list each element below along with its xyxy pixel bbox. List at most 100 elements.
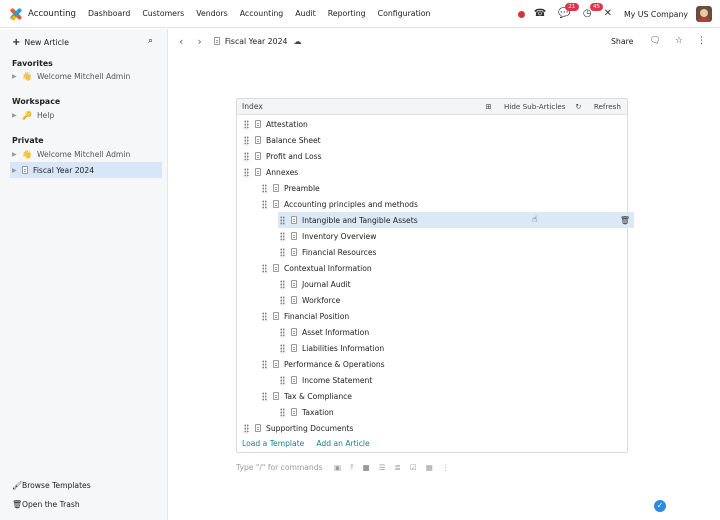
index-row-label[interactable]: Asset Information [302,328,369,337]
back-arrow-icon[interactable]: ‹ [179,35,183,48]
index-row[interactable]: Financial Position [262,308,349,324]
hide-sub-articles-button[interactable]: ⊞ Hide Sub-Articles [486,102,566,111]
open-trash-link[interactable]: 🗑 Open the Trash [12,500,80,509]
workspace-item-help[interactable]: ▶ 🔑 Help [12,107,162,123]
caret-right-icon[interactable]: ▶ [12,151,22,158]
index-row-label[interactable]: Inventory Overview [302,232,376,241]
app-name[interactable]: Accounting [28,9,76,19]
share-button[interactable]: Share [611,37,634,46]
index-row-label[interactable]: Income Statement [302,376,372,385]
index-row[interactable]: Balance Sheet [244,132,321,148]
drag-handle-icon[interactable] [262,391,267,401]
index-row-label[interactable]: Balance Sheet [266,136,321,145]
drag-handle-icon[interactable] [244,135,249,145]
editor-placeholder[interactable]: Type "/" for commands [236,463,323,472]
menu-configuration[interactable]: Configuration [378,9,431,18]
breadcrumb-title[interactable]: Fiscal Year 2024 [225,37,288,46]
checklist-icon[interactable]: ☑ [410,463,417,473]
caret-right-icon[interactable]: ▶ [12,167,22,174]
index-row-label[interactable]: Preamble [284,184,320,193]
add-article-link[interactable]: Add an Article [316,439,369,448]
more-icon[interactable]: ⋮ [442,463,450,473]
index-row-label[interactable]: Liabilities Information [302,344,384,353]
drag-handle-icon[interactable] [262,311,267,321]
menu-vendors[interactable]: Vendors [196,9,227,18]
index-row[interactable]: Preamble [262,180,320,196]
company-switcher[interactable]: My US Company [624,10,688,19]
private-item-fiscal-year[interactable]: ▶ Fiscal Year 2024 [10,162,162,178]
drag-handle-icon[interactable] [280,375,285,385]
index-row-label[interactable]: Journal Audit [302,280,351,289]
image-icon[interactable]: ▣ [334,463,341,473]
index-row[interactable]: Attestation [244,116,308,132]
comments-icon[interactable]: 🗨 [649,36,660,46]
drag-handle-icon[interactable] [280,247,285,257]
numbered-list-icon[interactable]: ≣ [395,463,401,473]
index-row-label[interactable]: Taxation [302,408,334,417]
index-row[interactable]: Profit and Loss [244,148,322,164]
more-options-icon[interactable]: ⋮ [697,36,706,46]
activity-clock-icon[interactable]: ◷ 45 [583,3,603,19]
index-row[interactable]: Income Statement [280,372,372,388]
accounting-app-icon[interactable] [9,7,23,21]
menu-accounting[interactable]: Accounting [240,9,284,18]
index-row[interactable]: Liabilities Information [280,340,384,356]
search-icon[interactable]: ⌕ [148,36,153,46]
index-row-label[interactable]: Annexes [266,168,298,177]
index-row[interactable]: Financial Resources [280,244,376,260]
drag-handle-icon[interactable] [280,231,285,241]
phone-icon[interactable]: ☎ [534,9,546,19]
drag-handle-icon[interactable] [280,327,285,337]
drag-handle-icon[interactable] [280,295,285,305]
index-row-label[interactable]: Workforce [302,296,340,305]
drag-handle-icon[interactable] [244,167,249,177]
table-icon[interactable]: ▦ [426,463,433,473]
index-row[interactable]: Performance & Operations [262,356,385,372]
caret-right-icon[interactable]: ▶ [12,112,22,119]
index-row[interactable]: Taxation [280,404,334,420]
drag-handle-icon[interactable] [262,359,267,369]
messages-icon[interactable]: 💬 21 [558,3,579,19]
index-row[interactable]: Journal Audit [280,276,351,292]
upload-icon[interactable]: ⤒ [350,463,353,473]
checkmark-icon[interactable]: ✓ [654,500,666,512]
index-row[interactable]: Workforce [280,292,340,308]
index-row[interactable]: Intangible and Tangible Assets ☝ 🗑 [278,212,634,228]
menu-dashboard[interactable]: Dashboard [88,9,130,18]
forward-arrow-icon[interactable]: › [197,35,201,48]
drag-handle-icon[interactable] [280,279,285,289]
drag-handle-icon[interactable] [280,215,285,225]
debug-tools-icon[interactable]: ✕ [604,9,612,19]
browse-templates-link[interactable]: 🖌 Browse Templates [12,481,91,490]
drag-handle-icon[interactable] [262,199,267,209]
user-avatar[interactable] [696,6,712,22]
drag-handle-icon[interactable] [244,423,249,433]
menu-customers[interactable]: Customers [142,9,184,18]
delete-trash-icon[interactable]: 🗑 [620,216,630,225]
star-icon[interactable]: ☆ [675,36,683,46]
menu-reporting[interactable]: Reporting [328,9,366,18]
bullet-list-icon[interactable]: ☰ [379,463,386,473]
refresh-button[interactable]: ↻ Refresh [576,102,621,111]
index-row-label[interactable]: Profit and Loss [266,152,322,161]
drag-handle-icon[interactable] [262,263,267,273]
index-row[interactable]: Accounting principles and methods [262,196,418,212]
index-row-label[interactable]: Accounting principles and methods [284,200,418,209]
new-article-button[interactable]: + New Article [12,37,69,48]
private-item-welcome[interactable]: ▶ 👋 Welcome Mitchell Admin [12,146,162,162]
index-row-label[interactable]: Financial Position [284,312,349,321]
load-template-link[interactable]: Load a Template [242,439,304,448]
index-row[interactable]: Tax & Compliance [262,388,352,404]
caret-right-icon[interactable]: ▶ [12,73,22,80]
drag-handle-icon[interactable] [280,343,285,353]
index-row-label[interactable]: Performance & Operations [284,360,385,369]
index-row-label[interactable]: Contextual Information [284,264,372,273]
index-row-label[interactable]: Supporting Documents [266,424,353,433]
drag-handle-icon[interactable] [262,183,267,193]
block-icon[interactable]: ■ [363,463,370,473]
index-row[interactable]: Contextual Information [262,260,372,276]
index-row-label[interactable]: Intangible and Tangible Assets [302,216,418,225]
index-row[interactable]: Supporting Documents [244,420,353,436]
recording-indicator-icon[interactable] [517,10,525,18]
index-row[interactable]: Annexes [244,164,298,180]
